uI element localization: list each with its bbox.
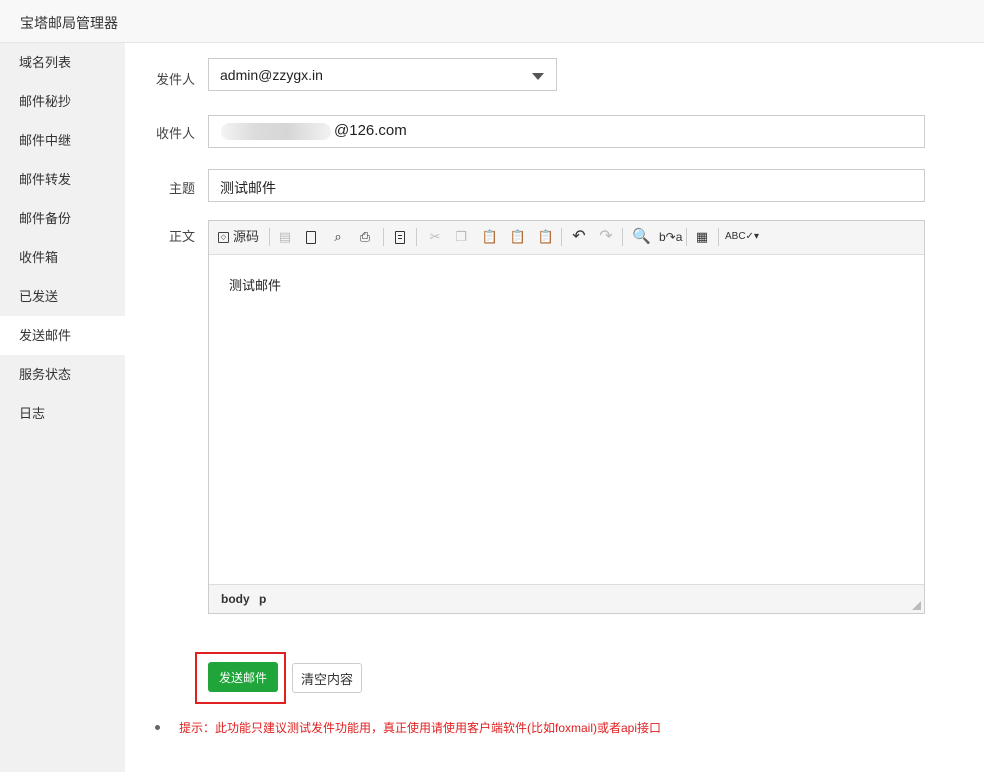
sidebar: 域名列表 邮件秘抄 邮件中继 邮件转发 邮件备份 收件箱 已发送 发送邮件 服务… xyxy=(0,43,125,772)
subject-label: 主题 xyxy=(168,181,195,196)
source-icon: ◇ xyxy=(218,231,229,243)
sidebar-item-logs[interactable]: 日志 xyxy=(0,394,125,433)
sidebar-item-mail-relay[interactable]: 邮件中继 xyxy=(0,121,125,160)
toolbar-separator xyxy=(416,228,417,246)
new-page-icon[interactable] xyxy=(302,227,320,247)
dialog-title-bar: 宝塔邮局管理器 xyxy=(0,0,984,43)
paste-icon[interactable]: 📋 xyxy=(481,227,499,247)
spellcheck-icon[interactable]: ABC✓▾ xyxy=(725,227,759,247)
toolbar-separator xyxy=(622,228,623,246)
sidebar-item-send-mail[interactable]: 发送邮件 xyxy=(0,316,125,355)
tip-bullet xyxy=(155,725,160,730)
editor-content[interactable]: 测试邮件 xyxy=(229,275,281,294)
send-mail-button[interactable]: 发送邮件 xyxy=(208,662,278,692)
source-button[interactable]: ◇ 源码 xyxy=(218,227,259,247)
chevron-down-icon xyxy=(532,73,544,80)
sidebar-item-mail-forward[interactable]: 邮件转发 xyxy=(0,160,125,199)
undo-icon[interactable]: ↶ xyxy=(570,227,588,247)
editor-statusbar: body p xyxy=(209,584,924,613)
editor-toolbar: ◇ 源码 ▤ ⌕ ⎙ ✂ ❐ 📋 📋 📋 ↶ ↷ 🔍 b↷a ▦ ABC✓▾ xyxy=(209,221,924,255)
preview-icon[interactable]: ⌕ xyxy=(329,227,347,247)
toolbar-separator xyxy=(686,228,687,246)
tip-text: 提示：此功能只建议测试发件功能用，真正使用请使用客户端软件(比如foxmail)… xyxy=(179,721,662,735)
copy-icon[interactable]: ❐ xyxy=(452,227,470,247)
redo-icon[interactable]: ↷ xyxy=(597,227,615,247)
resize-grip-icon[interactable] xyxy=(912,601,921,610)
recipient-input[interactable]: @126.com xyxy=(208,115,925,148)
sidebar-item-domain-list[interactable]: 域名列表 xyxy=(0,43,125,82)
clear-content-button[interactable]: 清空内容 xyxy=(292,663,362,693)
paste-text-icon[interactable]: 📋 xyxy=(509,227,527,247)
mail-manager-dialog: 宝塔邮局管理器 域名列表 邮件秘抄 邮件中继 邮件转发 邮件备份 收件箱 已发送… xyxy=(0,0,984,772)
sidebar-item-sent[interactable]: 已发送 xyxy=(0,277,125,316)
sender-label: 发件人 xyxy=(155,72,195,87)
save-icon[interactable]: ▤ xyxy=(276,227,294,247)
toolbar-separator xyxy=(269,228,270,246)
subject-input[interactable]: 测试邮件 xyxy=(208,169,925,202)
subject-value: 测试邮件 xyxy=(220,180,276,196)
print-icon[interactable]: ⎙ xyxy=(356,227,374,247)
recipient-label: 收件人 xyxy=(155,126,195,141)
rich-text-editor: ◇ 源码 ▤ ⌕ ⎙ ✂ ❐ 📋 📋 📋 ↶ ↷ 🔍 b↷a ▦ ABC✓▾ 测… xyxy=(208,220,925,614)
source-label: 源码 xyxy=(233,229,260,244)
cut-icon[interactable]: ✂ xyxy=(426,227,444,247)
toolbar-separator xyxy=(718,228,719,246)
select-all-icon[interactable]: ▦ xyxy=(693,227,711,247)
replace-icon[interactable]: b↷a xyxy=(659,227,682,247)
sidebar-item-inbox[interactable]: 收件箱 xyxy=(0,238,125,277)
dialog-title: 宝塔邮局管理器 xyxy=(20,15,118,31)
sender-value: admin@zzygx.in xyxy=(220,67,323,83)
sidebar-item-service-status[interactable]: 服务状态 xyxy=(0,355,125,394)
redacted-address-blur xyxy=(221,123,331,140)
templates-icon[interactable] xyxy=(391,227,409,247)
find-icon[interactable]: 🔍 xyxy=(632,227,651,247)
toolbar-separator xyxy=(561,228,562,246)
sender-select[interactable]: admin@zzygx.in xyxy=(208,58,557,91)
toolbar-separator xyxy=(383,228,384,246)
path-body[interactable]: body xyxy=(221,592,250,606)
path-p[interactable]: p xyxy=(259,592,266,606)
paste-word-icon[interactable]: 📋 xyxy=(537,227,555,247)
recipient-domain: @126.com xyxy=(334,122,407,139)
sidebar-item-mail-bcc[interactable]: 邮件秘抄 xyxy=(0,82,125,121)
sidebar-item-mail-backup[interactable]: 邮件备份 xyxy=(0,199,125,238)
body-label: 正文 xyxy=(168,229,195,244)
